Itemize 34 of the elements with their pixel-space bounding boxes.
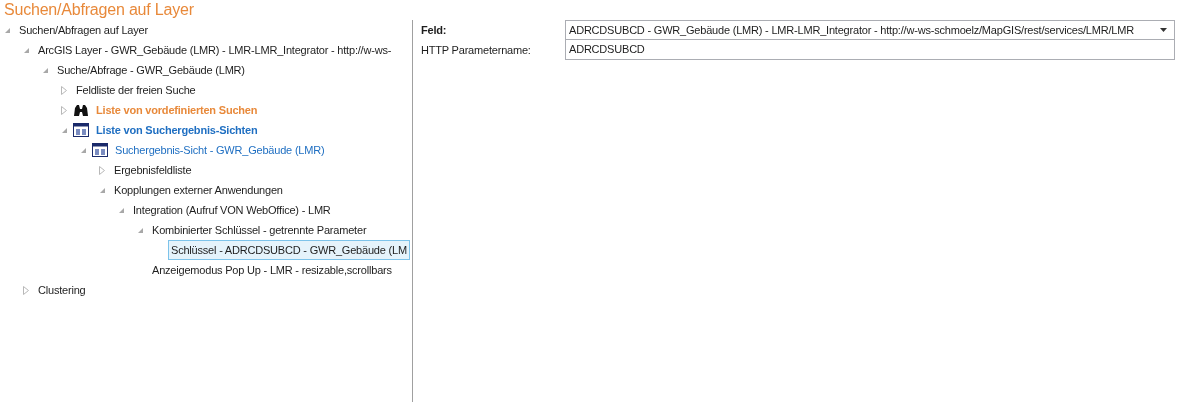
tree-item[interactable]: Kopplungen externer Anwendungen	[111, 180, 286, 200]
tree-item[interactable]: Feldliste der freien Suche	[73, 80, 199, 100]
collapsed-arrow-icon[interactable]	[61, 105, 67, 115]
tree-item[interactable]: Clustering	[35, 280, 89, 300]
expanded-arrow-icon[interactable]	[80, 146, 87, 154]
table-icon	[73, 123, 89, 137]
tree-item[interactable]: Liste von Suchergebnis-Sichten	[93, 120, 261, 140]
expanded-arrow-icon[interactable]	[42, 66, 49, 74]
tree-item[interactable]: Suche/Abfrage - GWR_Gebäude (LMR)	[54, 60, 248, 80]
tree-item[interactable]: Suchen/Abfragen auf Layer	[16, 20, 151, 40]
collapsed-arrow-icon[interactable]	[61, 85, 67, 95]
input-field[interactable]: ADRCDSUBCD	[565, 40, 1175, 60]
expanded-arrow-icon[interactable]	[118, 206, 125, 214]
tree-item[interactable]: Schlüssel - ADRCDSUBCD - GWR_Gebäude (LM	[168, 240, 410, 260]
dropdown-arrow-icon[interactable]	[1160, 28, 1167, 32]
expanded-arrow-icon[interactable]	[61, 126, 68, 134]
expanded-arrow-icon[interactable]	[137, 226, 144, 234]
collapsed-arrow-icon[interactable]	[23, 285, 29, 295]
expanded-arrow-icon[interactable]	[4, 26, 11, 34]
field-label: Feld:	[421, 23, 448, 38]
field-label: HTTP Parametername:	[421, 43, 532, 58]
expanded-arrow-icon[interactable]	[99, 186, 106, 194]
tree-item[interactable]: Suchergebnis-Sicht - GWR_Gebäude (LMR)	[112, 140, 328, 160]
page-title: Suchen/Abfragen auf Layer	[4, 0, 194, 20]
tree-item[interactable]: Ergebnisfeldliste	[111, 160, 195, 180]
expanded-arrow-icon[interactable]	[23, 46, 30, 54]
binoculars-icon	[73, 103, 89, 117]
tree-item[interactable]: Anzeigemodus Pop Up - LMR - resizable,scrollbars	[149, 260, 395, 280]
table-icon	[92, 143, 108, 157]
tree-item[interactable]: Integration (Aufruf VON WebOffice) - LMR	[130, 200, 334, 220]
dropdown-field[interactable]: ADRCDSUBCD - GWR_Gebäude (LMR) - LMR-LMR_Integrator - http://w-ws-schmoelz/MapGIS/rest/services/LMR/LMR	[565, 20, 1175, 40]
collapsed-arrow-icon[interactable]	[99, 165, 105, 175]
tree-item[interactable]: Kombinierter Schlüssel - getrennte Parameter	[149, 220, 370, 240]
tree-item[interactable]: ArcGIS Layer - GWR_Gebäude (LMR) - LMR-LMR_Integrator - http://w-ws-	[35, 40, 395, 60]
